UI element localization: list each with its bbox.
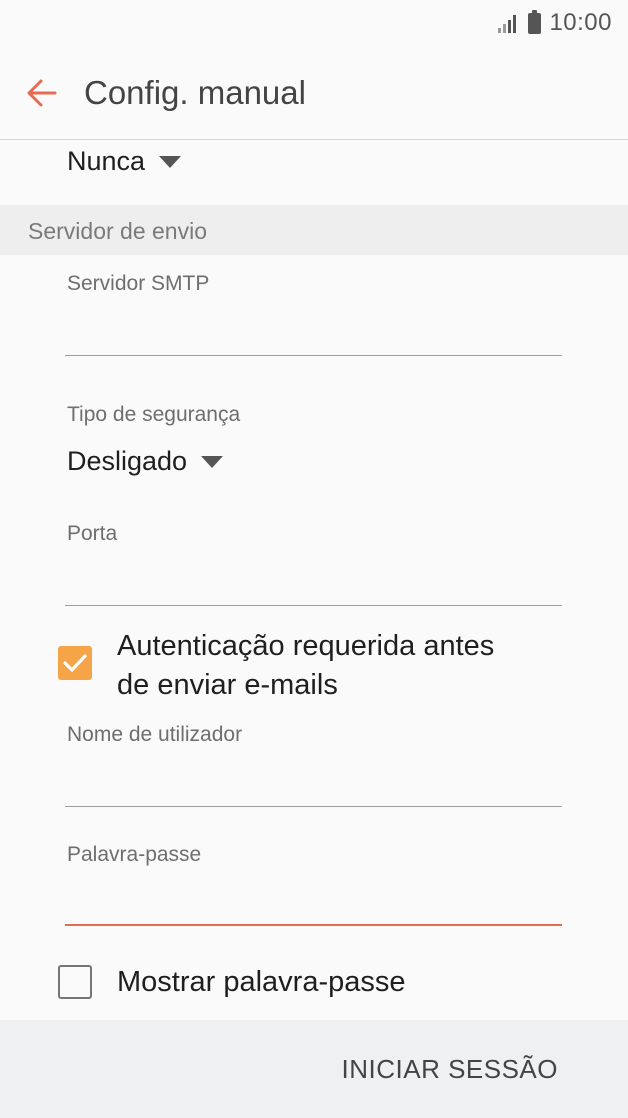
security-type-label: Tipo de segurança bbox=[67, 403, 241, 426]
smtp-server-underline bbox=[65, 355, 562, 356]
sync-frequency-dropdown[interactable]: Nunca bbox=[67, 146, 182, 177]
username-input[interactable] bbox=[65, 769, 562, 803]
auth-required-checkbox[interactable] bbox=[58, 646, 92, 680]
username-underline bbox=[65, 806, 562, 807]
password-label: Palavra-passe bbox=[67, 843, 202, 866]
security-type-dropdown[interactable]: Desligado bbox=[67, 446, 224, 477]
signal-icon bbox=[498, 15, 517, 33]
show-password-checkbox[interactable] bbox=[58, 965, 92, 999]
status-time: 10:00 bbox=[549, 9, 612, 36]
section-header-outgoing: Servidor de envio bbox=[0, 205, 628, 255]
bottom-bar: INICIAR SESSÃO bbox=[0, 1020, 628, 1118]
port-label: Porta bbox=[67, 522, 118, 545]
show-password-label[interactable]: Mostrar palavra-passe bbox=[117, 963, 406, 1002]
security-type-value: Desligado bbox=[67, 446, 188, 476]
auth-required-label-line1: Autenticação requerida antes bbox=[117, 630, 495, 662]
username-label: Nome de utilizador bbox=[67, 723, 243, 746]
smtp-server-label: Servidor SMTP bbox=[67, 272, 210, 295]
password-input[interactable] bbox=[65, 888, 562, 922]
arrow-left-icon bbox=[27, 79, 57, 107]
smtp-server-input[interactable] bbox=[65, 318, 562, 352]
auth-required-label-line2: de enviar e-mails bbox=[117, 669, 338, 701]
sync-frequency-value: Nunca bbox=[67, 146, 146, 176]
status-icons: 10:00 bbox=[498, 8, 612, 38]
caret-down-icon bbox=[201, 455, 224, 468]
checkmark-icon bbox=[63, 654, 87, 672]
sign-in-button[interactable]: INICIAR SESSÃO bbox=[342, 1054, 559, 1085]
password-underline bbox=[65, 924, 562, 926]
app-bar: Config. manual bbox=[0, 46, 628, 140]
port-underline bbox=[65, 605, 562, 606]
auth-required-label[interactable]: Autenticação requerida antes de enviar e… bbox=[117, 627, 494, 705]
screen: 10:00 Config. manual Nunca Servidor de e… bbox=[0, 0, 628, 1118]
caret-down-icon bbox=[159, 155, 182, 168]
battery-icon bbox=[528, 9, 542, 34]
port-input[interactable] bbox=[65, 568, 562, 602]
back-button[interactable] bbox=[14, 68, 70, 118]
status-bar: 10:00 bbox=[0, 0, 628, 46]
section-header-label: Servidor de envio bbox=[28, 218, 207, 244]
page-title: Config. manual bbox=[84, 74, 306, 111]
